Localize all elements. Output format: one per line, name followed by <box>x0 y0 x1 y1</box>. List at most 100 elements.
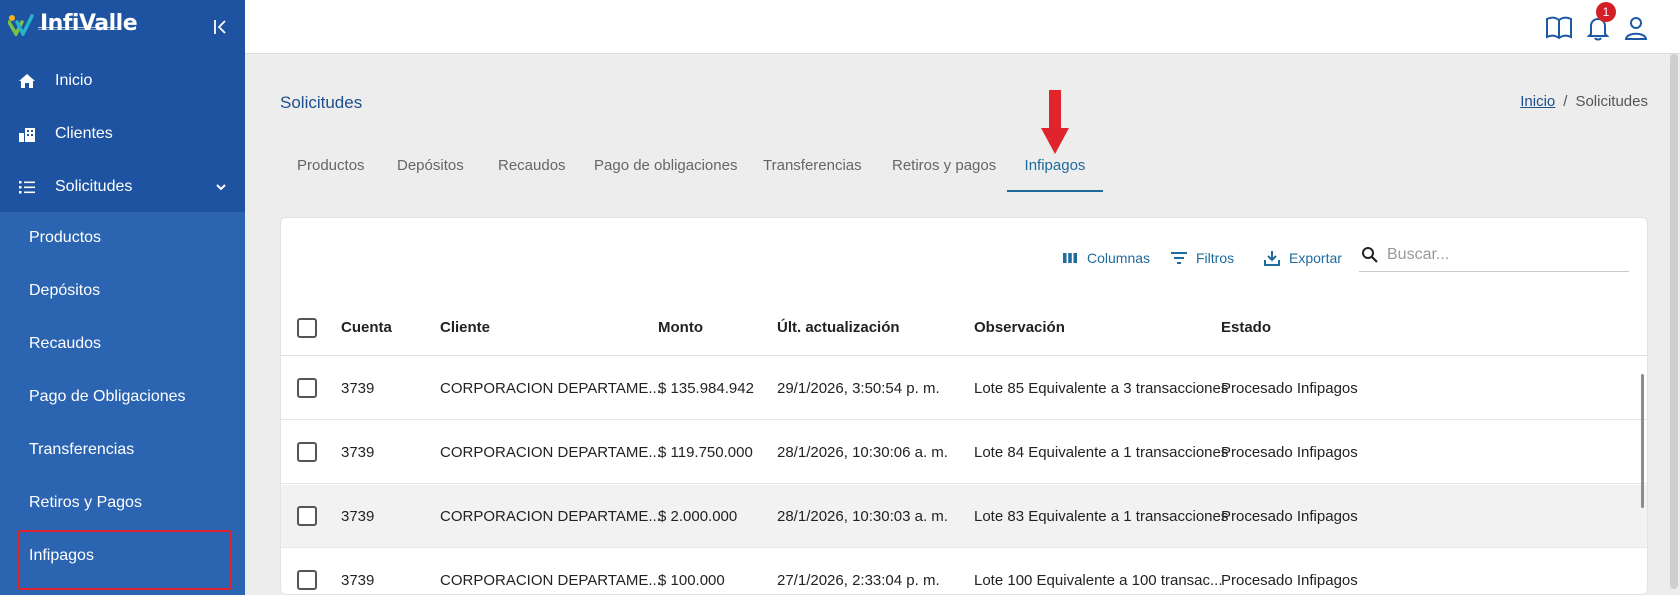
cell-cuenta: 3739 <box>341 571 375 589</box>
export-button[interactable]: Exportar <box>1263 248 1342 268</box>
select-all-cell <box>297 300 321 355</box>
sidebar-item-label: Inicio <box>55 72 93 89</box>
breadcrumb-home-link[interactable]: Inicio <box>1520 93 1555 110</box>
cell-cuenta: 3739 <box>341 379 375 397</box>
submenu-item-productos[interactable]: Productos <box>0 212 245 264</box>
row-checkbox[interactable] <box>297 570 317 590</box>
notification-badge: 1 <box>1596 2 1616 22</box>
tab-retiros-pagos[interactable]: Retiros y pagos <box>892 148 996 192</box>
row-select-cell <box>297 485 321 547</box>
cell-observacion: Lote 100 Equivalente a 100 transac... <box>974 571 1223 589</box>
table-row[interactable]: 3739 CORPORACION DEPARTAME... $ 119.750.… <box>281 421 1647 484</box>
cell-observacion: Lote 83 Equivalente a 1 transacciones <box>974 507 1229 525</box>
search-icon <box>1362 246 1378 263</box>
app-logo[interactable]: InfiValle <box>8 11 138 36</box>
cell-cliente: CORPORACION DEPARTAME... <box>440 507 661 525</box>
cell-monto: $ 119.750.000 <box>658 443 753 461</box>
submenu-item-label: Depósitos <box>29 282 101 299</box>
submenu-item-label: Recaudos <box>29 335 102 352</box>
logo-mark-icon <box>8 14 34 36</box>
user-icon[interactable] <box>1622 14 1650 42</box>
row-checkbox[interactable] <box>297 442 317 462</box>
table-row[interactable]: 3739 CORPORACION DEPARTAME... $ 135.984.… <box>281 357 1647 420</box>
submenu-item-transferencias[interactable]: Transferencias <box>0 424 245 476</box>
row-select-cell <box>297 357 321 419</box>
sidebar-item-label: Clientes <box>55 125 113 142</box>
submenu-item-retiros-pagos[interactable]: Retiros y Pagos <box>0 477 245 529</box>
table-header: Cuenta Cliente Monto Últ. actualización … <box>281 300 1647 356</box>
submenu-item-label: Transferencias <box>29 441 135 458</box>
cell-monto: $ 100.000 <box>658 571 725 589</box>
column-header-estado[interactable]: Estado <box>1221 300 1271 355</box>
cell-cliente: CORPORACION DEPARTAME... <box>440 379 661 397</box>
select-all-checkbox[interactable] <box>297 317 317 338</box>
cell-monto: $ 135.984.942 <box>658 379 754 397</box>
collapse-sidebar-icon[interactable] <box>212 18 230 36</box>
submenu-item-pago-obligaciones[interactable]: Pago de Obligaciones <box>0 371 245 423</box>
table-row[interactable]: 3739 CORPORACION DEPARTAME... $ 100.000 … <box>281 549 1647 594</box>
annotation-arrow-icon <box>1041 90 1069 154</box>
breadcrumb: Inicio / Solicitudes <box>1520 93 1648 110</box>
sidebar-item-inicio[interactable]: Inicio <box>0 55 245 107</box>
submenu-item-recaudos[interactable]: Recaudos <box>0 318 245 370</box>
cell-observacion: Lote 85 Equivalente a 3 transacciones <box>974 379 1229 397</box>
cell-observacion: Lote 84 Equivalente a 1 transacciones <box>974 443 1229 461</box>
table-scrollbar[interactable] <box>1641 374 1644 508</box>
logo-text: InfiValle <box>40 11 138 36</box>
row-checkbox[interactable] <box>297 378 317 398</box>
sidebar-item-label: Solicitudes <box>55 178 133 195</box>
cell-cuenta: 3739 <box>341 443 375 461</box>
column-header-monto[interactable]: Monto <box>658 300 703 355</box>
cell-cuenta: 3739 <box>341 507 375 525</box>
filters-button[interactable]: Filtros <box>1170 248 1234 268</box>
cell-estado: Procesado Infipagos <box>1221 443 1358 461</box>
submenu-item-depositos[interactable]: Depósitos <box>0 265 245 317</box>
chevron-down-icon <box>216 184 226 191</box>
tab-depositos[interactable]: Depósitos <box>397 148 464 192</box>
submenu-item-label: Productos <box>29 229 102 246</box>
columns-icon <box>1063 253 1077 263</box>
sidebar: InfiValle Inicio Clientes Solicitudes Pr… <box>0 0 245 595</box>
tab-productos[interactable]: Productos <box>297 148 365 192</box>
cell-estado: Procesado Infipagos <box>1221 379 1358 397</box>
book-icon[interactable] <box>1545 14 1573 42</box>
tab-recaudos[interactable]: Recaudos <box>498 148 566 192</box>
table-row[interactable]: 3739 CORPORACION DEPARTAME... $ 2.000.00… <box>281 485 1647 548</box>
search-input[interactable] <box>1387 245 1617 264</box>
cell-estado: Procesado Infipagos <box>1221 571 1358 589</box>
filters-label: Filtros <box>1196 250 1235 266</box>
page-scrollbar[interactable] <box>1670 54 1678 589</box>
column-header-observacion[interactable]: Observación <box>974 300 1065 355</box>
table-card: Columnas Filtros Exportar Cuenta Cliente… <box>280 217 1648 595</box>
cell-cliente: CORPORACION DEPARTAME... <box>440 571 661 589</box>
row-checkbox[interactable] <box>297 506 317 526</box>
submenu-item-label: Pago de Obligaciones <box>29 388 186 405</box>
sidebar-item-clientes[interactable]: Clientes <box>0 108 245 160</box>
cell-fecha: 29/1/2026, 3:50:54 p. m. <box>777 379 940 397</box>
logo-tagline <box>38 27 120 30</box>
top-bar <box>245 0 1680 54</box>
column-header-cuenta[interactable]: Cuenta <box>341 300 392 355</box>
column-header-cliente[interactable]: Cliente <box>440 300 490 355</box>
export-label: Exportar <box>1289 250 1342 266</box>
column-header-actualizacion[interactable]: Últ. actualización <box>777 300 900 355</box>
columns-label: Columnas <box>1087 250 1151 266</box>
sidebar-item-solicitudes[interactable]: Solicitudes <box>0 161 245 213</box>
cell-monto: $ 2.000.000 <box>658 507 738 525</box>
search-box <box>1359 238 1629 272</box>
tab-transferencias[interactable]: Transferencias <box>763 148 862 192</box>
cell-fecha: 27/1/2026, 2:33:04 p. m. <box>777 571 940 589</box>
breadcrumb-separator: / <box>1563 93 1568 110</box>
cell-fecha: 28/1/2026, 10:30:03 a. m. <box>777 507 948 525</box>
tab-pago-obligaciones[interactable]: Pago de obligaciones <box>594 148 737 192</box>
filter-icon <box>1171 252 1187 264</box>
submenu-item-label: Retiros y Pagos <box>29 494 142 511</box>
highlight-box <box>18 530 231 590</box>
cell-estado: Procesado Infipagos <box>1221 507 1358 525</box>
breadcrumb-current: Solicitudes <box>1575 93 1648 110</box>
page-title: Solicitudes <box>280 93 363 112</box>
list-icon <box>19 181 35 194</box>
download-icon <box>1264 251 1280 266</box>
columns-button[interactable]: Columnas <box>1061 248 1150 268</box>
building-icon <box>19 128 35 142</box>
